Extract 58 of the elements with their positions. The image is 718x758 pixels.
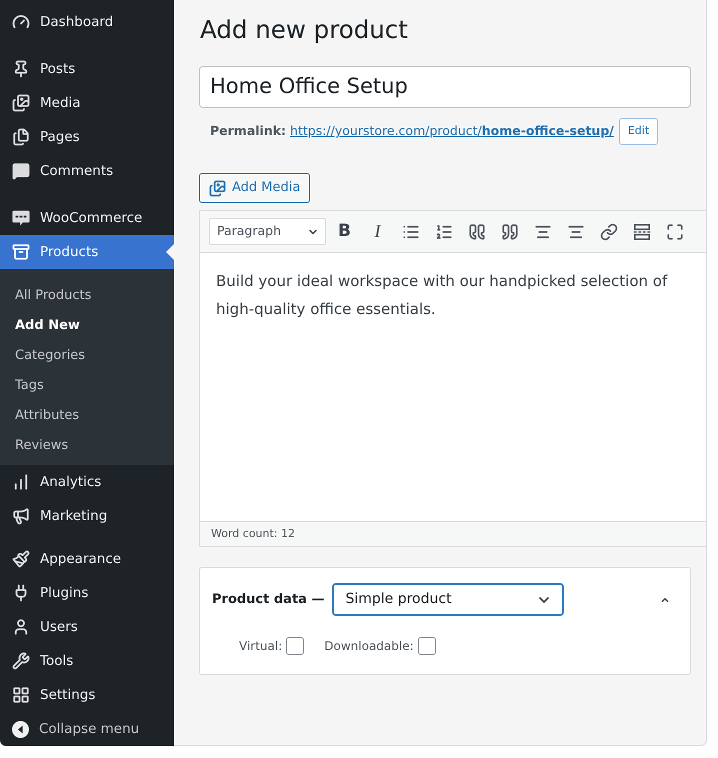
- settings-icon: [12, 686, 30, 704]
- quote-icon[interactable]: [500, 222, 518, 240]
- product-type-select[interactable]: Simple product: [332, 583, 564, 616]
- sidebar-item[interactable]: Appearance: [0, 542, 174, 576]
- checkbox[interactable]: [418, 637, 436, 655]
- bar-chart-icon: [12, 473, 30, 491]
- bold-button[interactable]: B: [328, 216, 361, 246]
- sidebar-item[interactable]: Users: [0, 610, 174, 644]
- submenu-item[interactable]: Tags: [0, 371, 174, 401]
- edit-button[interactable]: Edit: [618, 118, 658, 145]
- add-media-button[interactable]: Add Media: [199, 173, 310, 203]
- megaphone-icon: [12, 507, 30, 525]
- quote-icon[interactable]: [468, 222, 486, 240]
- speech-bubble-icon: [12, 209, 30, 227]
- format-select[interactable]: Paragraph: [209, 218, 326, 245]
- sidebar-item[interactable]: Settings: [0, 678, 174, 712]
- images-icon: [12, 94, 30, 112]
- numbered-list-icon[interactable]: [434, 222, 452, 240]
- submenu-item[interactable]: Attributes: [0, 401, 174, 431]
- gauge-icon: [12, 13, 30, 31]
- option-label: Virtual:: [239, 638, 282, 655]
- media-icon: [209, 180, 226, 196]
- comment-icon: [12, 162, 30, 180]
- sidebar-item[interactable]: Analytics: [0, 465, 174, 499]
- sidebar-item[interactable]: Dashboard: [0, 5, 174, 39]
- sidebar-item[interactable]: WooCommerce: [0, 201, 174, 235]
- sidebar-item[interactable]: Products: [0, 235, 174, 269]
- title-field[interactable]: Home Office Setup: [199, 66, 691, 108]
- fullscreen-icon[interactable]: [666, 222, 684, 240]
- page-title: Add new product: [199, 15, 408, 45]
- checkbox[interactable]: [286, 637, 304, 655]
- submenu-item[interactable]: Reviews: [0, 431, 174, 461]
- content-editor[interactable]: Build your ideal workspace with our handpicked selection of high-quality office essentials.: [200, 253, 706, 521]
- pages-icon: [12, 128, 30, 146]
- sidebar-item[interactable]: Marketing: [0, 499, 174, 533]
- link-icon[interactable]: [600, 222, 618, 240]
- paintbrush-icon: [12, 550, 30, 568]
- wrench-icon: [12, 652, 30, 670]
- page-break-icon[interactable]: [632, 222, 650, 240]
- sidebar-item[interactable]: Comments: [0, 154, 174, 188]
- sidebar-item[interactable]: Posts: [0, 52, 174, 86]
- product-data-label: Product data —: [212, 590, 324, 609]
- sidebar-item[interactable]: Pages: [0, 120, 174, 154]
- submenu-item[interactable]: Categories: [0, 341, 174, 371]
- word-count: Word count: 12: [211, 526, 296, 542]
- sidebar-item[interactable]: Plugins: [0, 576, 174, 610]
- submenu-item[interactable]: All Products: [0, 281, 174, 311]
- italic-button[interactable]: I: [361, 216, 394, 246]
- option-label: Downloadable:: [324, 638, 414, 655]
- permalink-label: Permalink:: [210, 122, 286, 140]
- sidebar-item[interactable]: Tools: [0, 644, 174, 678]
- sidebar-item[interactable]: Media: [0, 86, 174, 120]
- submenu-item[interactable]: Add New: [0, 311, 174, 341]
- permalink-link[interactable]: https://yourstore.com/product/home-office-setup/: [290, 122, 614, 141]
- user-icon: [12, 618, 30, 636]
- pin-icon: [12, 60, 30, 78]
- archive-icon: [12, 243, 30, 261]
- collapse-menu-button[interactable]: Collapse menu: [0, 712, 174, 746]
